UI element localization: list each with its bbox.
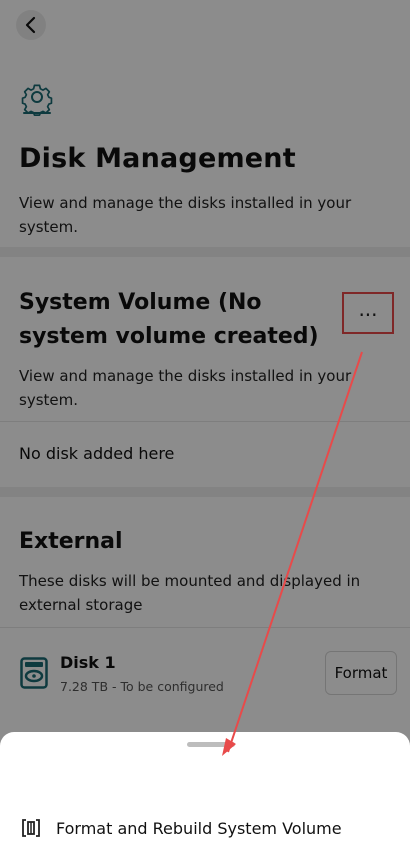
sheet-item-label: Format and Rebuild System Volume — [56, 818, 342, 838]
bottom-sheet: Format and Rebuild System Volume — [0, 732, 410, 861]
sheet-drag-handle[interactable] — [187, 742, 235, 747]
format-rebuild-system-volume-option[interactable]: Format and Rebuild System Volume — [20, 814, 342, 842]
format-rebuild-icon — [22, 819, 40, 837]
